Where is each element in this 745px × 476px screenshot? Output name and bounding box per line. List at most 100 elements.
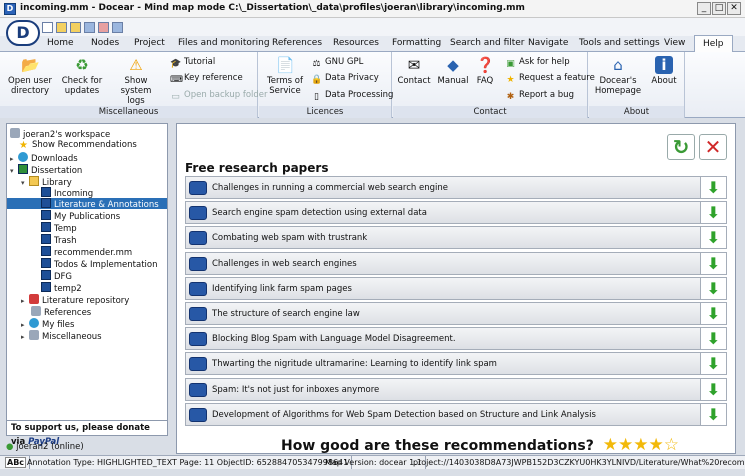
tab-project[interactable]: Project	[134, 38, 165, 48]
paper-row[interactable]: Search engine spam detection using exter…	[185, 201, 727, 225]
filled-star-icon[interactable]: ★	[648, 435, 663, 455]
tree-my-files[interactable]: ▸ My files	[21, 318, 74, 330]
tab-nodes[interactable]: Nodes	[91, 38, 119, 48]
collapse-arrow-icon[interactable]: ▾	[21, 178, 29, 189]
download-icon[interactable]: ⬇	[700, 202, 726, 224]
download-icon[interactable]: ⬇	[700, 177, 726, 198]
paper-title[interactable]: Identifying link farm spam pages	[212, 284, 352, 294]
data-privacy-button[interactable]: 🔒 Data Privacy	[311, 73, 379, 86]
paper-row[interactable]: Development of Algorithms for Web Spam D…	[185, 402, 727, 426]
download-icon[interactable]: ⬇	[700, 277, 726, 299]
paper-title[interactable]: Blocking Blog Spam with Language Model D…	[212, 334, 456, 344]
open-user-directory-button[interactable]: 📂 Open user directory	[8, 54, 52, 96]
tree-downloads[interactable]: ▸ Downloads	[10, 152, 78, 164]
tree-miscellaneous[interactable]: ▸ Miscellaneous	[21, 330, 102, 343]
open-backup-folder-button[interactable]: ▭ Open backup folder	[170, 90, 267, 103]
paper-row[interactable]: Challenges in running a commercial web s…	[185, 176, 727, 199]
tree-item-my-publications[interactable]: My Publications	[41, 210, 120, 222]
paper-row[interactable]: Spam: It's not just for inboxes anymore ⬇	[185, 377, 727, 401]
paper-title[interactable]: Combating web spam with trustrank	[212, 233, 367, 243]
about-button[interactable]: i About	[649, 54, 679, 86]
paper-title[interactable]: Thwarting the nigritude ultramarine: Lea…	[212, 359, 497, 369]
tutorial-button[interactable]: 🎓 Tutorial	[170, 57, 215, 70]
tab-tools-settings[interactable]: Tools and settings	[579, 38, 660, 48]
tab-formatting[interactable]: Formatting	[392, 38, 441, 48]
tree-library[interactable]: ▾ Library	[21, 176, 72, 189]
paper-title[interactable]: Challenges in web search engines	[212, 259, 357, 269]
open-folder-icon[interactable]	[56, 22, 67, 33]
tab-files-monitoring[interactable]: Files and monitoring	[178, 38, 270, 48]
expand-arrow-icon[interactable]: ▸	[21, 332, 29, 343]
tab-resources[interactable]: Resources	[333, 38, 379, 48]
donate-banner[interactable]: To support us, please donate via PayPal	[6, 420, 168, 447]
check-updates-button[interactable]: ♻ Check for updates	[60, 54, 104, 96]
paper-row[interactable]: Thwarting the nigritude ultramarine: Lea…	[185, 352, 727, 376]
download-icon[interactable]: ⬇	[700, 227, 726, 249]
paper-row[interactable]: Challenges in web search engines ⬇	[185, 251, 727, 275]
tab-search-filter[interactable]: Search and filter	[450, 38, 525, 48]
tree-item-trash[interactable]: Trash	[41, 234, 76, 246]
paper-title[interactable]: Search engine spam detection using exter…	[212, 208, 427, 218]
new-map-icon[interactable]	[42, 22, 53, 33]
contact-button[interactable]: ✉ Contact	[397, 54, 431, 86]
paper-title[interactable]: Challenges in running a commercial web s…	[212, 183, 448, 193]
filled-star-icon[interactable]: ★	[618, 435, 633, 455]
minimize-button[interactable]: _	[697, 2, 711, 15]
save-all-icon[interactable]	[98, 22, 109, 33]
paper-title[interactable]: The structure of search engine law	[212, 309, 360, 319]
save-icon[interactable]	[84, 22, 95, 33]
tree-literature-repository[interactable]: ▸ Literature repository	[21, 294, 129, 306]
tree-item-temp[interactable]: Temp	[41, 222, 77, 234]
open-map-icon[interactable]	[70, 22, 81, 33]
terms-of-service-button[interactable]: 📄 Terms of Service	[263, 54, 307, 96]
download-icon[interactable]: ⬇	[700, 403, 726, 425]
show-system-logs-button[interactable]: ⚠ Show system logs	[110, 54, 162, 106]
faq-button[interactable]: ❓ FAQ	[473, 54, 497, 86]
report-bug-button[interactable]: ✱ Report a bug	[505, 90, 574, 103]
download-icon[interactable]: ⬇	[700, 378, 726, 400]
manual-button[interactable]: ◆ Manual	[437, 54, 469, 86]
tree-item-temp2[interactable]: temp2	[41, 282, 82, 294]
close-window-button[interactable]: ✕	[727, 2, 741, 15]
app-menu-button[interactable]: D	[6, 20, 40, 46]
request-feature-button[interactable]: ★ Request a feature	[505, 73, 594, 86]
paper-row[interactable]: Blocking Blog Spam with Language Model D…	[185, 327, 727, 351]
save-as-icon[interactable]	[112, 22, 123, 33]
docear-homepage-button[interactable]: ⌂ Docear's Homepage	[593, 54, 643, 96]
paper-title[interactable]: Development of Algorithms for Web Spam D…	[212, 410, 596, 420]
tab-view[interactable]: View	[664, 38, 685, 48]
download-icon[interactable]: ⬇	[700, 252, 726, 274]
download-icon[interactable]: ⬇	[700, 353, 726, 375]
tab-references[interactable]: References	[272, 38, 322, 48]
tab-navigate[interactable]: Navigate	[528, 38, 568, 48]
collapse-arrow-icon[interactable]: ▾	[10, 166, 18, 177]
tree-show-recommendations[interactable]: ★ Show Recommendations	[19, 140, 137, 151]
data-processing-button[interactable]: ▯ Data Processing	[311, 90, 393, 103]
tree-item-todos[interactable]: Todos & Implementation	[41, 258, 158, 270]
gnu-gpl-button[interactable]: ⚖ GNU GPL	[311, 57, 363, 70]
paper-title[interactable]: Spam: It's not just for inboxes anymore	[212, 385, 379, 395]
tree-item-literature-annotations[interactable]: Literature & Annotations	[7, 198, 167, 210]
filled-star-icon[interactable]: ★	[633, 435, 648, 455]
paper-row[interactable]: The structure of search engine law ⬇	[185, 302, 727, 325]
download-icon[interactable]: ⬇	[700, 328, 726, 350]
maximize-button[interactable]: □	[712, 2, 726, 15]
tree-dissertation[interactable]: ▾ Dissertation	[10, 164, 82, 177]
paper-row[interactable]: Identifying link farm spam pages ⬇	[185, 276, 727, 300]
paper-row[interactable]: Combating web spam with trustrank ⬇	[185, 226, 727, 250]
tab-help[interactable]: Help	[694, 35, 733, 52]
empty-star-icon[interactable]: ☆	[664, 435, 679, 455]
tree-workspace[interactable]: joeran2's workspace	[10, 128, 110, 140]
refresh-button[interactable]: ↻	[667, 134, 695, 160]
tree-item-recommender[interactable]: recommender.mm	[41, 246, 132, 258]
tab-home[interactable]: Home	[47, 38, 74, 48]
tree-item-incoming[interactable]: Incoming	[41, 187, 93, 199]
tree-item-dfg[interactable]: DFG	[41, 270, 72, 282]
close-recommendations-button[interactable]: ✕	[699, 134, 727, 160]
rating-stars[interactable]: ★★★★☆	[603, 435, 679, 455]
ask-for-help-button[interactable]: ▣ Ask for help	[505, 57, 569, 70]
download-icon[interactable]: ⬇	[700, 303, 726, 324]
tree-references[interactable]: References	[31, 306, 91, 318]
key-reference-button[interactable]: ⌨Key reference	[170, 73, 243, 86]
filled-star-icon[interactable]: ★	[603, 435, 618, 455]
